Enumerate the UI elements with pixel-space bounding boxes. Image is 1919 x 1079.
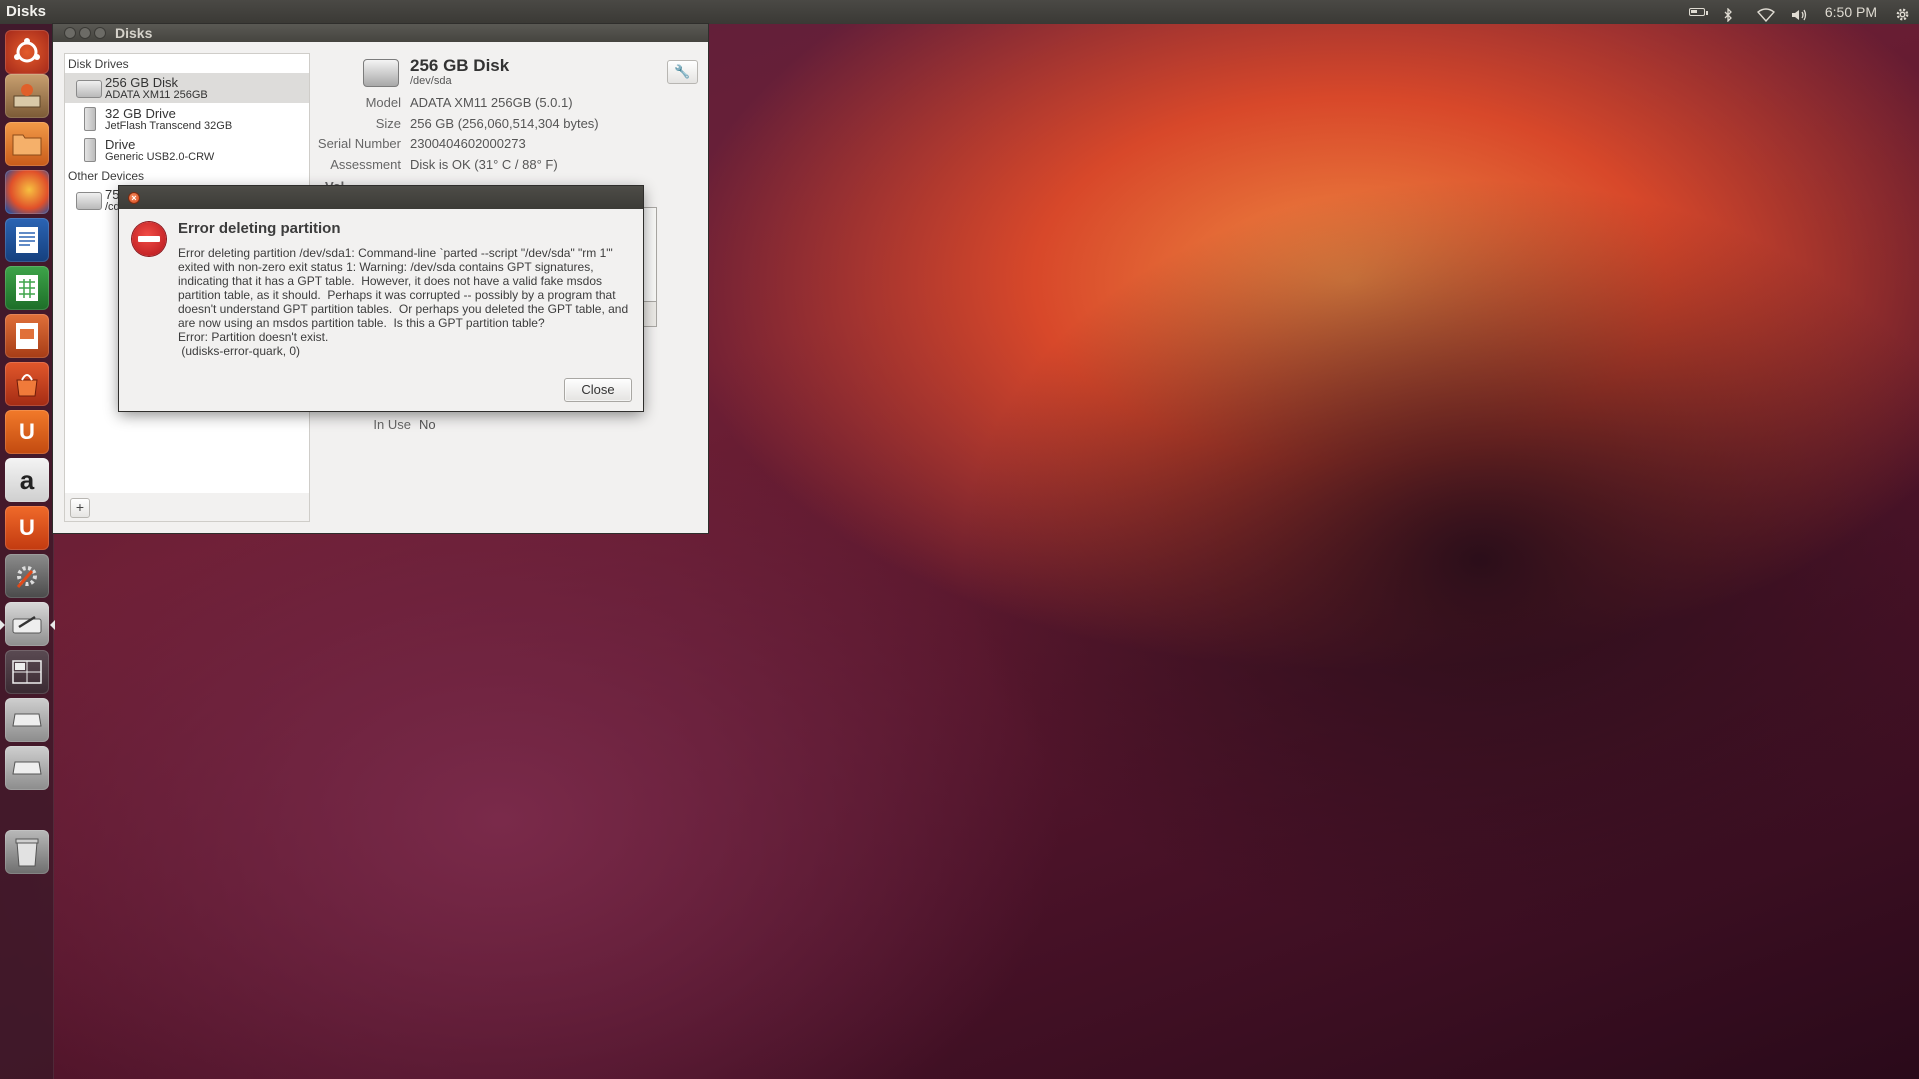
window-maximize-button[interactable]: [94, 27, 106, 39]
serial-value: 2300404602000273: [410, 136, 526, 151]
top-panel: Disks 6:50 PM: [0, 0, 1919, 24]
hard-disk-icon: [363, 59, 399, 87]
error-dialog: × Error deleting partition Error deletin…: [119, 186, 643, 411]
libreoffice-calc-icon[interactable]: [5, 266, 49, 310]
close-button[interactable]: Close: [564, 378, 632, 402]
drive-name: 75: [105, 187, 120, 202]
size-label: Size: [375, 116, 401, 131]
ubuntu-one-glyph: U: [19, 419, 35, 444]
gear-icon[interactable]: [1895, 5, 1911, 21]
workspace-switcher-icon[interactable]: [5, 650, 49, 694]
model-label: Model: [365, 95, 401, 110]
bluetooth-icon[interactable]: [1723, 5, 1739, 23]
drive-row-32gb[interactable]: 32 GB Drive JetFlash Transcend 32GB: [65, 104, 309, 134]
serial-label: Serial Number: [317, 136, 401, 151]
optical-drive-icon: [76, 192, 102, 210]
amazon-glyph: a: [19, 464, 35, 495]
hard-disk-icon: [76, 80, 102, 98]
disk-title: 256 GB Disk: [410, 56, 510, 75]
error-icon: [132, 222, 166, 256]
music-glyph: U: [19, 515, 35, 540]
system-settings-icon[interactable]: [5, 554, 49, 598]
amazon-icon[interactable]: a: [5, 458, 49, 502]
add-button[interactable]: +: [70, 498, 90, 518]
dialog-titlebar[interactable]: ×: [119, 186, 643, 209]
disk-device-path: /dev/sda: [410, 75, 452, 87]
disks-icon[interactable]: [0, 602, 55, 646]
usb-drive-icon: [84, 138, 96, 162]
window-title: Disks: [115, 25, 153, 41]
assessment-value: Disk is OK (31° C / 88° F): [410, 157, 558, 172]
drive-name: 256 GB Disk: [105, 75, 178, 90]
libreoffice-writer-icon[interactable]: [5, 218, 49, 262]
window-minimize-button[interactable]: [79, 27, 91, 39]
trash-icon[interactable]: [5, 830, 49, 874]
volume-icon[interactable]: [1791, 5, 1807, 21]
assessment-label: Assessment: [330, 157, 401, 172]
drive-model: JetFlash Transcend 32GB: [105, 120, 233, 132]
window-titlebar[interactable]: Disks: [53, 24, 708, 42]
libreoffice-impress-icon[interactable]: [5, 314, 49, 358]
ubuntu-one-music-icon[interactable]: U: [5, 506, 49, 550]
in-use-value: No: [419, 417, 436, 432]
wrench-icon: 🔧: [674, 64, 691, 79]
running-indicator: [0, 620, 5, 630]
software-center-icon[interactable]: [5, 362, 49, 406]
dialog-close-icon[interactable]: ×: [128, 192, 140, 204]
dialog-title: Error deleting partition: [178, 220, 341, 237]
window-close-button[interactable]: [64, 27, 76, 39]
error-icon-bar: [138, 236, 160, 242]
model-value: ADATA XM11 256GB (5.0.1): [410, 95, 573, 110]
active-indicator: [50, 620, 55, 630]
sidebar-toolbar: +: [64, 493, 310, 522]
files-icon[interactable]: [5, 122, 49, 166]
drive-options-button[interactable]: 🔧: [667, 60, 698, 84]
firefox-icon[interactable]: [5, 170, 49, 214]
drive-name: Drive: [105, 137, 136, 152]
drive-name: 32 GB Drive: [105, 106, 176, 121]
drive-path: /cd: [105, 201, 120, 213]
drive-row-card-reader[interactable]: Drive Generic USB2.0-CRW: [65, 135, 309, 165]
drive-row-256gb[interactable]: 256 GB Disk ADATA XM11 256GB: [65, 73, 309, 103]
system-installer-icon[interactable]: [5, 74, 49, 118]
size-value: 256 GB (256,060,514,304 bytes): [410, 116, 599, 131]
wifi-icon[interactable]: [1756, 5, 1775, 23]
dialog-message[interactable]: Error deleting partition /dev/sda1: Comm…: [178, 246, 632, 358]
other-devices-header: Other Devices: [68, 169, 145, 183]
usb-drive-icon: [84, 107, 96, 131]
launcher: U a U: [0, 24, 55, 1079]
drive-icon[interactable]: [5, 746, 49, 790]
ubuntu-one-icon[interactable]: U: [5, 410, 49, 454]
disk-drives-header: Disk Drives: [68, 57, 129, 71]
drive-model: ADATA XM11 256GB: [105, 89, 208, 101]
drive-model: Generic USB2.0-CRW: [105, 151, 215, 163]
drive-icon[interactable]: [5, 698, 49, 742]
ubuntu-dash-icon[interactable]: [5, 30, 49, 74]
clock[interactable]: 6:50 PM: [1825, 0, 1877, 24]
in-use-label: In Use: [373, 417, 411, 432]
battery-icon[interactable]: [1688, 8, 1708, 16]
indicator-area: 6:50 PM: [1688, 0, 1911, 24]
active-app-name: Disks: [6, 3, 47, 20]
